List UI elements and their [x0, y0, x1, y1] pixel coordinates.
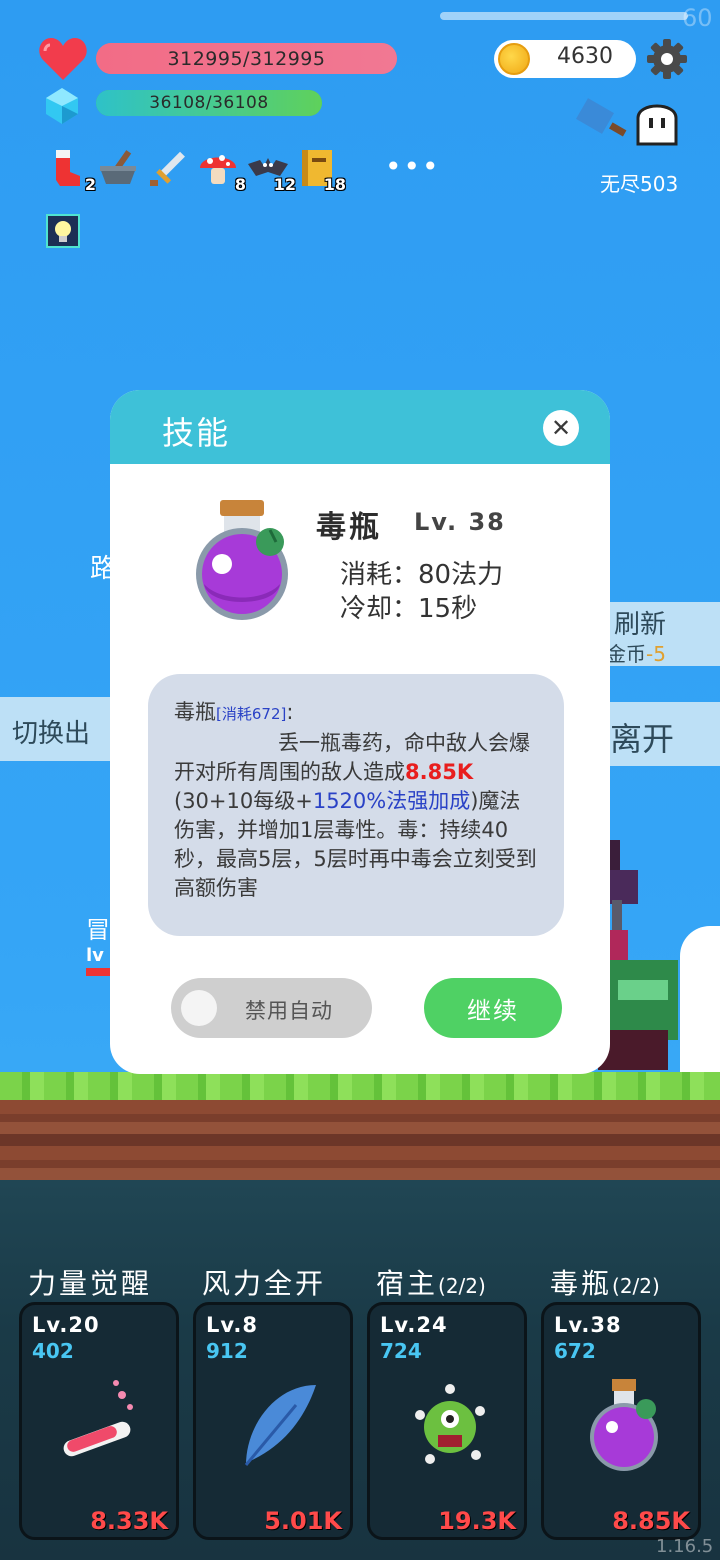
disable-auto-label: 禁用自动: [245, 999, 333, 1023]
description-part-1: 丢一瓶毒药，命中敌人会爆开对所有周围的敌人造成: [174, 731, 530, 784]
close-button[interactable]: ✕: [543, 410, 579, 446]
description-header: 毒瓶[消耗672]:: [174, 698, 540, 729]
skill-dialog: 技能 ✕ 毒瓶 Lv. 38 消耗：80法力 冷却：15秒 毒瓶[消耗672]:…: [110, 390, 610, 1074]
skill-name: 毒瓶: [316, 510, 382, 545]
skill-description: 毒瓶[消耗672]: 丢一瓶毒药，命中敌人会爆开对所有周围的敌人造成8.85K …: [148, 674, 564, 936]
description-cost: [消耗672]: [216, 705, 287, 723]
description-damage: 8.85K: [405, 760, 474, 784]
dialog-header: 技能 ✕: [110, 390, 610, 464]
description-bonus: 1520%法强加成: [312, 789, 471, 813]
dialog-title: 技能: [162, 414, 231, 452]
description-part-2: (30+10每级+: [174, 789, 313, 813]
continue-button[interactable]: 继续: [424, 978, 562, 1038]
toggle-knob: [181, 990, 217, 1026]
close-icon: ✕: [550, 414, 572, 442]
description-text: 丢一瓶毒药，命中敌人会爆开对所有周围的敌人造成8.85K (30+10每级+15…: [174, 729, 540, 903]
skill-cooldown: 冷却：15秒: [340, 594, 478, 624]
skill-level: Lv. 38: [414, 508, 506, 536]
poison-bottle-icon: [196, 500, 288, 620]
skill-mana-cost: 消耗：80法力: [340, 560, 504, 590]
description-colon: :: [286, 700, 294, 724]
disable-auto-toggle[interactable]: 禁用自动: [171, 978, 372, 1038]
description-skill-name: 毒瓶: [174, 700, 216, 724]
